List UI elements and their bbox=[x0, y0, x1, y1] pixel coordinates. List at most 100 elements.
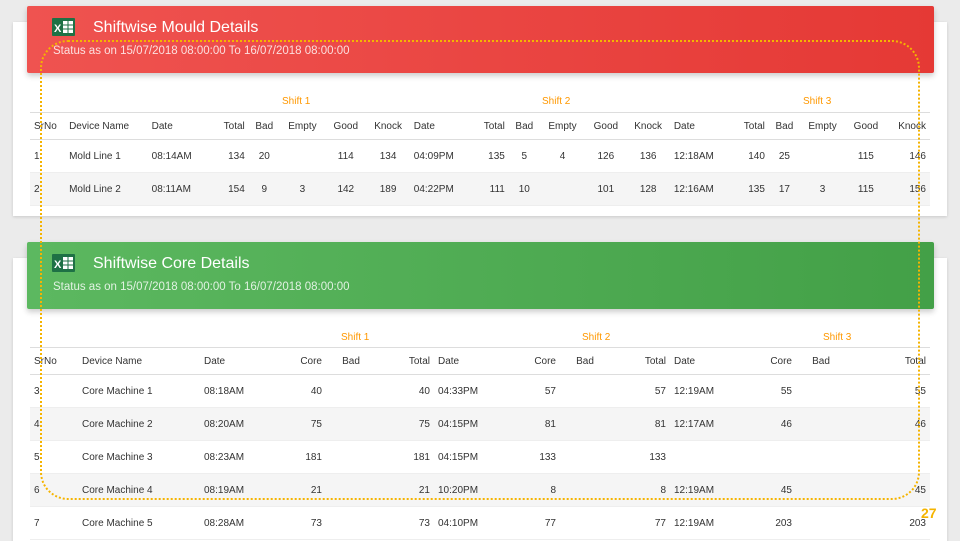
core-shift3-label: Shift 3 bbox=[823, 332, 852, 343]
table-cell bbox=[670, 440, 740, 474]
table-cell bbox=[796, 374, 846, 408]
table-row[interactable]: 2 Mold Line 2 08:11AM 154 9 3 142 189 04:22PM 111… bbox=[30, 172, 930, 206]
column-header: Core bbox=[270, 347, 326, 375]
table-cell: 57 bbox=[504, 374, 560, 408]
column-header: Date bbox=[409, 112, 470, 140]
table-cell: 156 bbox=[886, 172, 930, 206]
table-cell bbox=[846, 440, 930, 474]
column-header: Device Name bbox=[78, 347, 200, 375]
column-header: Date bbox=[434, 347, 504, 375]
table-cell bbox=[740, 440, 796, 474]
column-header: Bad bbox=[796, 347, 846, 375]
table-cell: 12:19AM bbox=[670, 506, 740, 540]
column-header: Knock bbox=[886, 112, 930, 140]
table-cell bbox=[560, 506, 610, 540]
table-cell: 7 bbox=[30, 506, 78, 540]
table-cell: 12:19AM bbox=[670, 473, 740, 507]
table-cell: 4 bbox=[30, 407, 78, 441]
column-header: Empty bbox=[799, 112, 846, 140]
table-cell: 08:20AM bbox=[200, 407, 270, 441]
table-row[interactable]: 1 Mold Line 1 08:14AM 134 20 114 134 04:09PM 135… bbox=[30, 139, 930, 173]
table-cell: 21 bbox=[376, 473, 434, 507]
table-cell: 136 bbox=[626, 139, 670, 173]
table-cell bbox=[796, 473, 846, 507]
column-header: Total bbox=[209, 112, 249, 140]
column-header: Total bbox=[610, 347, 670, 375]
table-cell: 04:09PM bbox=[409, 139, 470, 173]
column-header: Good bbox=[845, 112, 887, 140]
table-cell: 135 bbox=[729, 172, 769, 206]
table-row[interactable]: 3 Core Machine 1 08:18AM 40 40 04:33PM 57 57 12:… bbox=[30, 374, 930, 408]
mould-status: Status as on 15/07/2018 08:00:00 To 16/0… bbox=[53, 45, 350, 57]
table-cell: 203 bbox=[846, 506, 930, 540]
table-cell: 81 bbox=[504, 407, 560, 441]
column-header: Total bbox=[846, 347, 930, 375]
table-cell: 10 bbox=[508, 172, 540, 206]
table-cell bbox=[560, 374, 610, 408]
column-header: Good bbox=[325, 112, 367, 140]
table-row[interactable]: 6 Core Machine 4 08:19AM 21 21 10:20PM 8 8 12:19… bbox=[30, 473, 930, 507]
column-header: Empty bbox=[539, 112, 586, 140]
table-cell: 04:15PM bbox=[434, 407, 504, 441]
table-cell: 133 bbox=[610, 440, 670, 474]
table-cell: 57 bbox=[610, 374, 670, 408]
table-cell: 21 bbox=[270, 473, 326, 507]
table-cell: 5 bbox=[30, 440, 78, 474]
table-cell: 154 bbox=[209, 172, 249, 206]
column-header: Date bbox=[200, 347, 270, 375]
table-cell: 04:33PM bbox=[434, 374, 504, 408]
table-cell: 12:18AM bbox=[669, 139, 730, 173]
table-cell bbox=[799, 139, 846, 173]
table-cell bbox=[326, 506, 376, 540]
table-cell bbox=[560, 473, 610, 507]
table-cell: 203 bbox=[740, 506, 796, 540]
table-cell: 25 bbox=[768, 139, 800, 173]
table-cell: 135 bbox=[469, 139, 509, 173]
table-cell: 08:28AM bbox=[200, 506, 270, 540]
mould-shift3-label: Shift 3 bbox=[803, 96, 832, 107]
table-cell: 8 bbox=[504, 473, 560, 507]
table-cell: 6 bbox=[30, 473, 78, 507]
table-cell: 55 bbox=[846, 374, 930, 408]
column-header: Date bbox=[669, 112, 730, 140]
table-cell: Core Machine 5 bbox=[78, 506, 200, 540]
table-cell: 46 bbox=[846, 407, 930, 441]
table-cell: 04:15PM bbox=[434, 440, 504, 474]
table-cell: 40 bbox=[376, 374, 434, 408]
table-cell bbox=[796, 407, 846, 441]
mould-shift2-label: Shift 2 bbox=[542, 96, 571, 107]
table-row[interactable]: 4 Core Machine 2 08:20AM 75 75 04:15PM 81 81 12:… bbox=[30, 407, 930, 441]
table-cell bbox=[560, 407, 610, 441]
table-cell: 45 bbox=[846, 473, 930, 507]
table-cell: 46 bbox=[740, 407, 796, 441]
mould-title: Shiftwise Mould Details bbox=[93, 19, 259, 36]
core-shift2-label: Shift 2 bbox=[582, 332, 611, 343]
page-number: 27 bbox=[921, 505, 937, 521]
column-header: Bad bbox=[768, 112, 800, 140]
table-cell bbox=[326, 407, 376, 441]
table-cell: 133 bbox=[504, 440, 560, 474]
table-row[interactable]: 5 Core Machine 3 08:23AM 181 181 04:15PM 133 13… bbox=[30, 440, 930, 474]
table-cell: 75 bbox=[270, 407, 326, 441]
column-header: Knock bbox=[626, 112, 670, 140]
table-cell: 08:11AM bbox=[147, 172, 210, 206]
core-status: Status as on 15/07/2018 08:00:00 To 16/0… bbox=[53, 281, 350, 293]
core-table: SrNo Device Name Date Core Bad Total Date Core B… bbox=[30, 347, 930, 540]
table-cell: 81 bbox=[610, 407, 670, 441]
table-cell: 3 bbox=[279, 172, 326, 206]
table-cell: 115 bbox=[845, 139, 887, 173]
column-header: SrNo bbox=[30, 112, 66, 140]
table-cell: 17 bbox=[768, 172, 800, 206]
excel-icon[interactable]: X bbox=[52, 254, 75, 272]
column-header: SrNo bbox=[30, 347, 78, 375]
table-cell: 128 bbox=[626, 172, 670, 206]
mould-header-row: SrNo Device Name Date Total Bad Empty Good Knoc… bbox=[30, 112, 930, 140]
table-cell: 115 bbox=[845, 172, 887, 206]
column-header: Empty bbox=[279, 112, 326, 140]
svg-text:X: X bbox=[54, 23, 62, 35]
table-cell: 111 bbox=[469, 172, 509, 206]
table-row[interactable]: 7 Core Machine 5 08:28AM 73 73 04:10PM 77 77 12:… bbox=[30, 506, 930, 540]
table-cell bbox=[796, 440, 846, 474]
excel-icon[interactable]: X bbox=[52, 18, 75, 36]
column-header: Total bbox=[376, 347, 434, 375]
